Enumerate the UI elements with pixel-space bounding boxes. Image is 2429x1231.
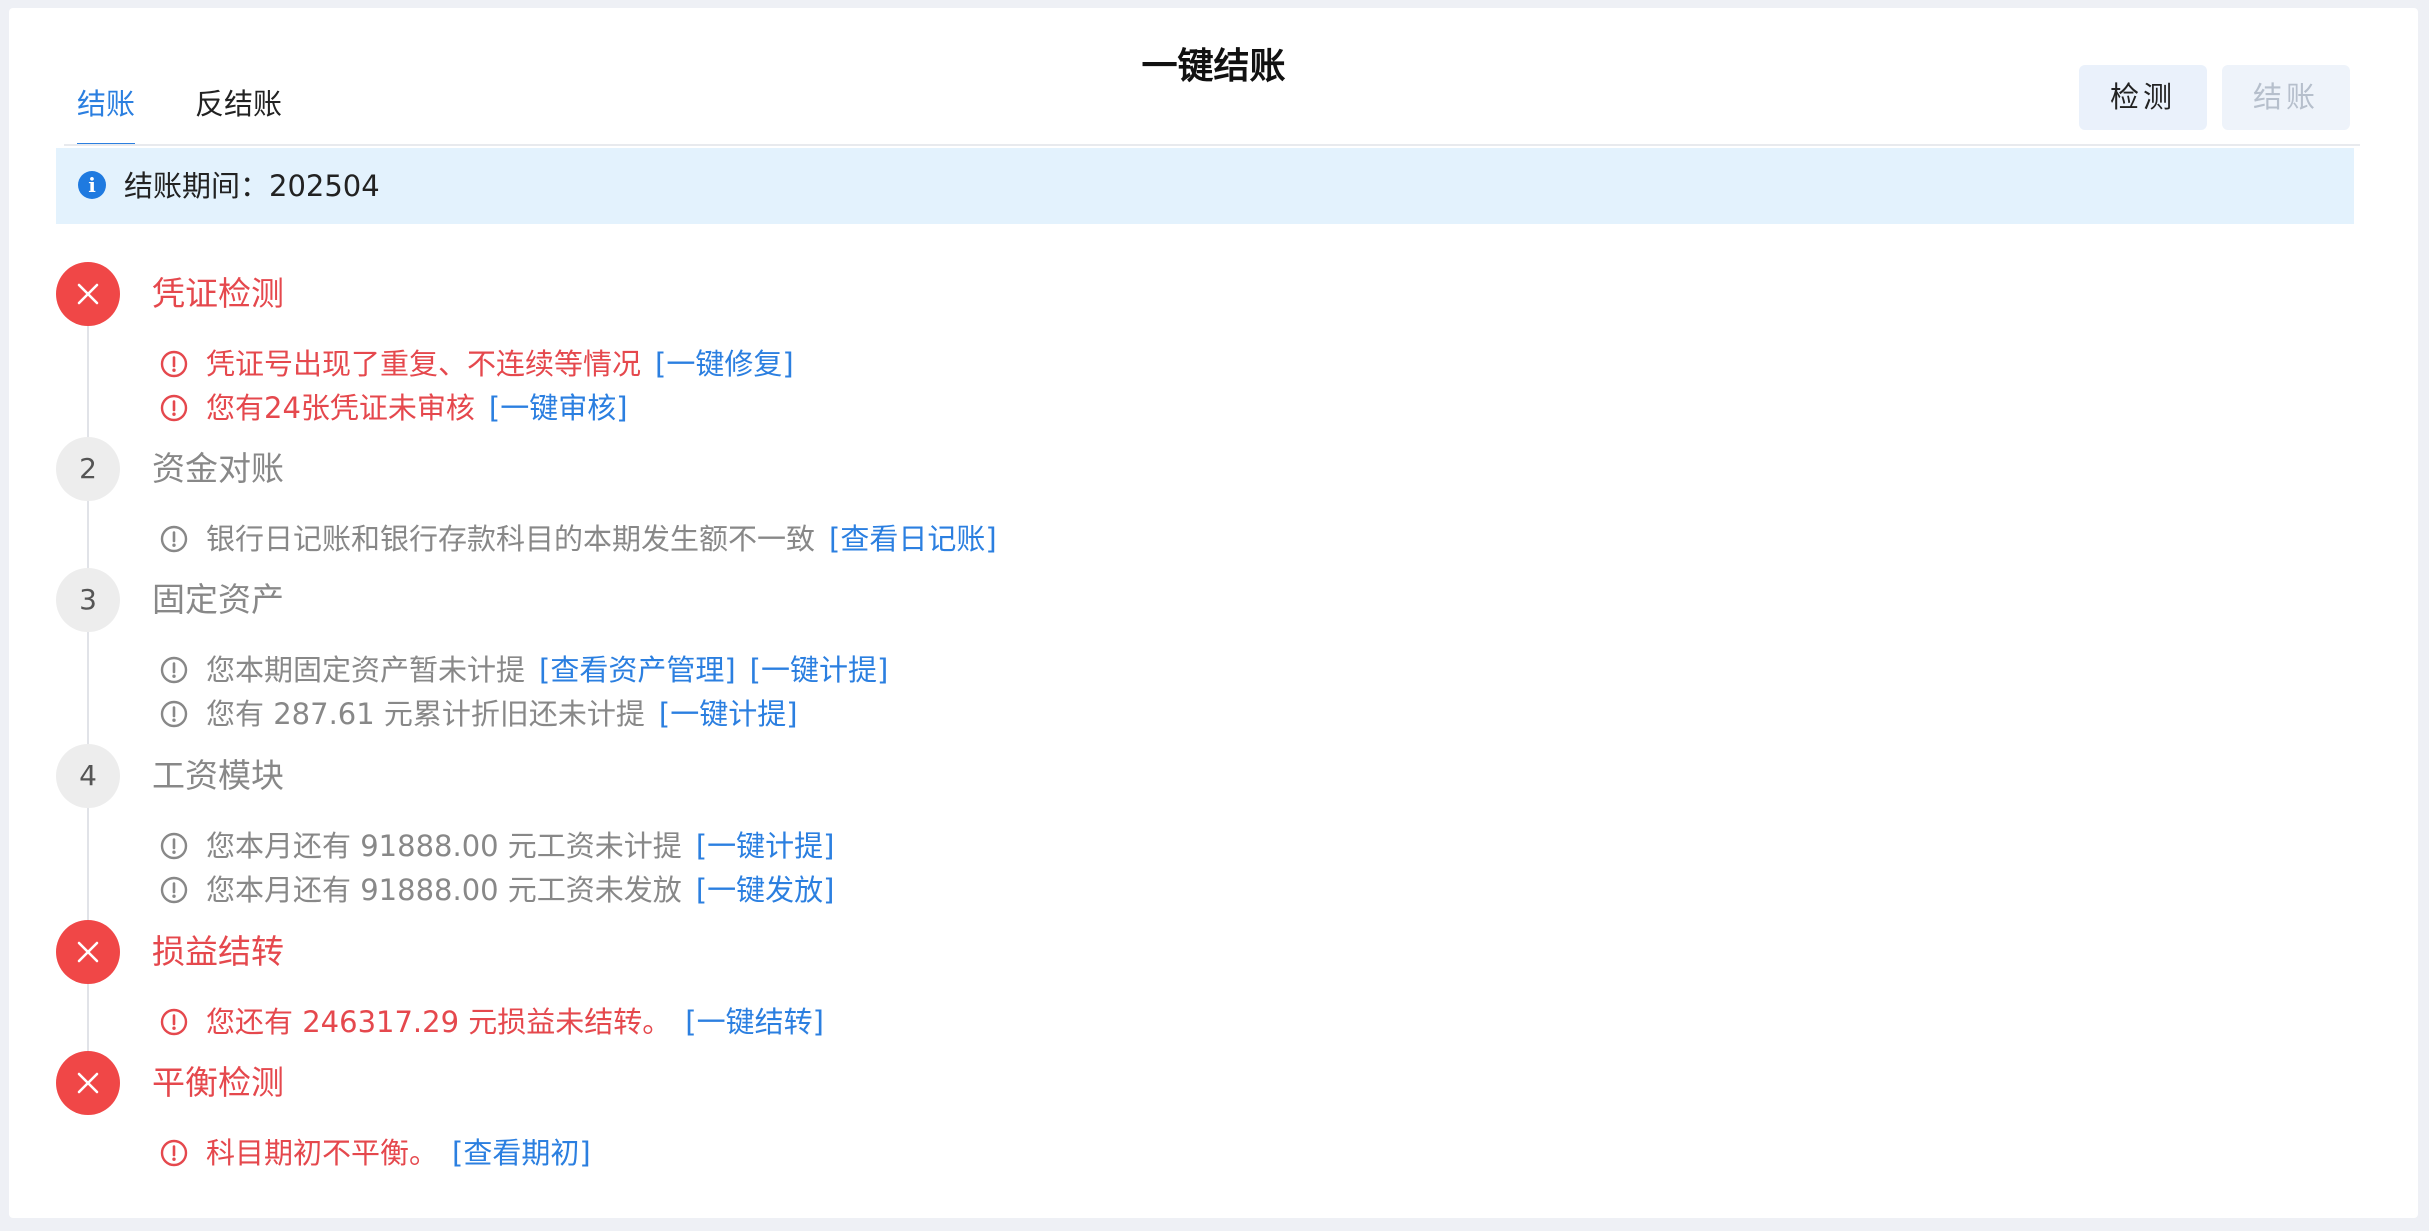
alert-icon [160, 394, 188, 422]
close-icon [77, 1072, 99, 1094]
step-title: 工资模块 [152, 756, 284, 795]
alert-icon [160, 700, 188, 728]
issue-line: 银行日记账和银行存款科目的本期发生额不一致 [查看日记账] [206, 521, 997, 557]
issue-text: 银行日记账和银行存款科目的本期发生额不一致 [206, 522, 816, 556]
issue-line: 您本月还有 91888.00 元工资未计提 [一键计提] [206, 828, 834, 864]
action-link[interactable]: [一键修复] [655, 347, 794, 381]
step-title: 损益结转 [152, 932, 284, 971]
step-error-marker [56, 262, 120, 326]
issue-text: 您有 287.61 元累计折旧还未计提 [206, 697, 645, 731]
issue-text: 您本月还有 91888.00 元工资未计提 [206, 829, 682, 863]
alert-icon [160, 1139, 188, 1167]
step-title: 凭证检测 [152, 274, 284, 313]
step-number-marker: 4 [56, 744, 120, 808]
close-icon [77, 941, 99, 963]
step-title: 资金对账 [152, 449, 284, 488]
issue-line: 您有 287.61 元累计折旧还未计提 [一键计提] [206, 696, 798, 732]
alert-icon [160, 525, 188, 553]
step-error-marker [56, 920, 120, 984]
page-title: 一键结账 [1141, 46, 1286, 87]
action-link[interactable]: [查看期初] [452, 1136, 591, 1170]
issue-text: 您本期固定资产暂未计提 [206, 653, 526, 687]
issue-line: 您还有 246317.29 元损益未结转。 [一键结转] [206, 1004, 824, 1040]
closing-period-text: 结账期间：202504 [124, 169, 380, 203]
issue-text: 凭证号出现了重复、不连续等情况 [206, 347, 642, 381]
step-number-marker: 3 [56, 568, 120, 632]
issue-text: 您还有 246317.29 元损益未结转。 [206, 1005, 672, 1039]
action-link[interactable]: [一键计提] [750, 653, 889, 687]
step-number-marker: 2 [56, 437, 120, 501]
tab-reverse-close[interactable]: 反结账 [195, 84, 282, 124]
step-connector [87, 808, 89, 920]
issue-line: 您本月还有 91888.00 元工资未发放 [一键发放] [206, 872, 834, 908]
detect-button[interactable]: 检测 [2079, 65, 2207, 130]
step-connector [87, 632, 89, 744]
action-link[interactable]: [查看资产管理] [539, 653, 736, 687]
step-title: 固定资产 [152, 580, 284, 619]
info-icon: i [78, 171, 106, 199]
step-connector [87, 326, 89, 437]
action-link[interactable]: [一键结转] [685, 1005, 824, 1039]
period-info-bar [56, 148, 2354, 224]
close-icon [77, 283, 99, 305]
step-connector [87, 984, 89, 1051]
action-link[interactable]: [一键计提] [696, 829, 835, 863]
issue-line: 您有24张凭证未审核 [一键审核] [206, 390, 628, 426]
alert-icon [160, 832, 188, 860]
action-link[interactable]: [一键计提] [659, 697, 798, 731]
tab-close-accounts[interactable]: 结账 [77, 84, 136, 146]
step-title: 平衡检测 [152, 1063, 284, 1102]
issue-text: 科目期初不平衡。 [206, 1136, 439, 1170]
alert-icon [160, 350, 188, 378]
issue-line: 您本期固定资产暂未计提 [查看资产管理] [一键计提] [206, 652, 888, 688]
issue-text: 您有24张凭证未审核 [206, 391, 475, 425]
close-accounts-button[interactable]: 结账 [2222, 65, 2350, 130]
action-link[interactable]: [一键审核] [489, 391, 628, 425]
action-link[interactable]: [一键发放] [696, 873, 835, 907]
alert-icon [160, 876, 188, 904]
step-connector [87, 501, 89, 568]
alert-icon [160, 656, 188, 684]
issue-line: 科目期初不平衡。 [查看期初] [206, 1135, 591, 1171]
alert-icon [160, 1008, 188, 1036]
action-link[interactable]: [查看日记账] [829, 522, 997, 556]
tab-divider [64, 144, 2360, 146]
issue-text: 您本月还有 91888.00 元工资未发放 [206, 873, 682, 907]
step-error-marker [56, 1051, 120, 1115]
issue-line: 凭证号出现了重复、不连续等情况 [一键修复] [206, 346, 794, 382]
